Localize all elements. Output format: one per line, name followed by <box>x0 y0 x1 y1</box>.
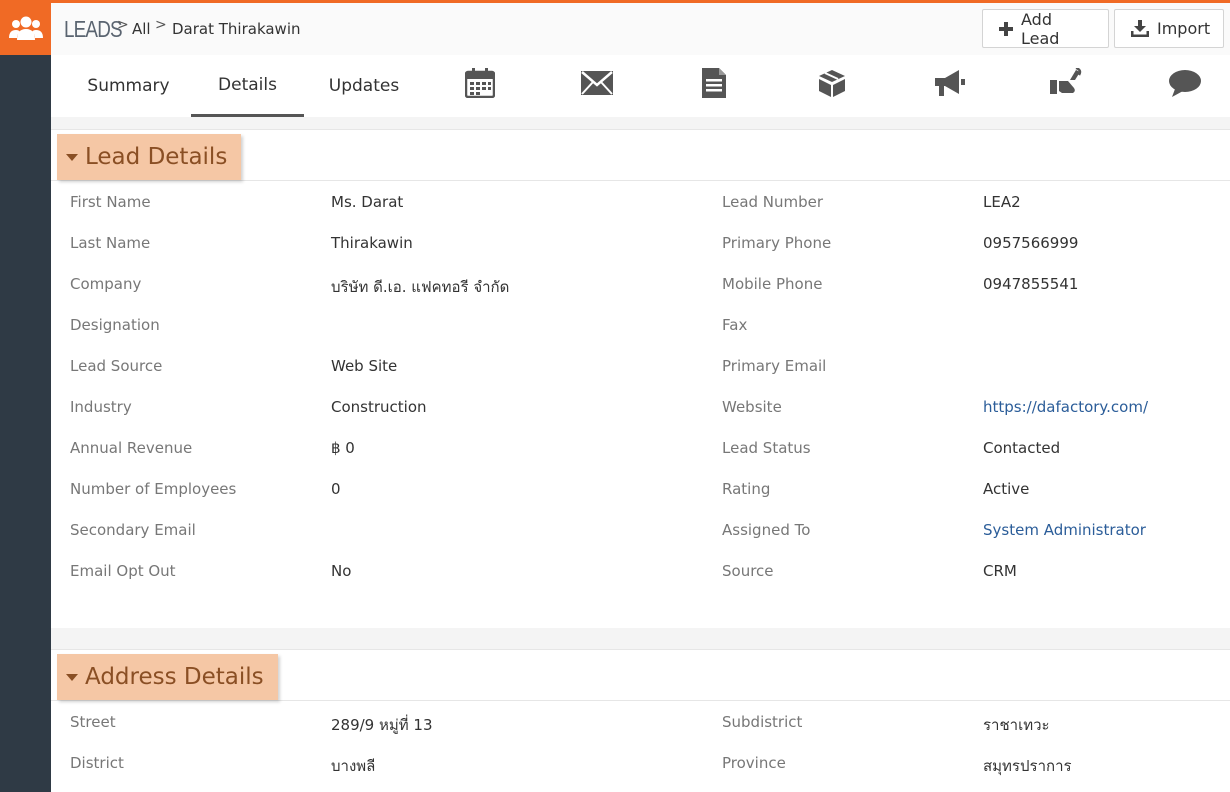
field-value: 0957566999 <box>983 234 1079 252</box>
field-value: ราชาเทวะ <box>983 716 1050 734</box>
lead-details-toggle[interactable]: Lead Details <box>57 134 242 180</box>
field-row: Email Opt Out No Source CRM <box>51 550 1230 591</box>
field-label: Assigned To <box>722 521 811 539</box>
crm-app: LEADS > All > Darat Thirakawin Add Lead … <box>0 0 1230 792</box>
field-row: Designation Fax <box>51 304 1230 345</box>
field-value: สมุทรปราการ <box>983 757 1072 775</box>
envelope-icon[interactable] <box>577 65 617 101</box>
field-value: Web Site <box>331 357 398 375</box>
field-row: Industry Construction Website https://dafac… <box>51 386 1230 427</box>
field-value: 0947855541 <box>983 275 1079 293</box>
field-row: Company บริษัท ดี.เอ. แฟคทอรี จำกัด Mobile… <box>51 263 1230 304</box>
field-row: Secondary Email Assigned To System Adminis… <box>51 509 1230 550</box>
field-row: Lead Source Web Site Primary Email <box>51 345 1230 386</box>
breadcrumb-all[interactable]: All <box>132 20 151 38</box>
field-label: Company <box>70 275 142 293</box>
import-label: Import <box>1157 19 1211 38</box>
lead-details-title: Lead Details <box>85 144 228 170</box>
field-label: Email Opt Out <box>70 562 176 580</box>
comment-icon[interactable] <box>1165 65 1205 101</box>
field-label: Primary Email <box>722 357 827 375</box>
field-label: First Name <box>70 193 151 211</box>
record-content: Lead Details First Name Ms. Darat Lead Num… <box>51 117 1230 792</box>
field-value: CRM <box>983 562 1017 580</box>
field-label: Number of Employees <box>70 480 237 498</box>
field-label: Lead Source <box>70 357 163 375</box>
left-sidebar <box>0 0 51 792</box>
field-value: Contacted <box>983 439 1061 457</box>
document-icon[interactable] <box>694 65 734 101</box>
field-label: Designation <box>70 316 160 334</box>
field-row: District บางพลี Province สมุทรปราการ <box>51 742 1230 783</box>
field-value: 0 <box>331 480 341 498</box>
field-value: Ms. Darat <box>331 193 404 211</box>
field-row: Street 289/9 หมู่ที่ 13 Subdistrict ราชาเทว… <box>51 701 1230 742</box>
field-value: No <box>331 562 352 580</box>
field-label: Lead Number <box>722 193 824 211</box>
plus-icon <box>999 21 1013 36</box>
tab-details[interactable]: Details <box>191 55 304 117</box>
breadcrumb-record: Darat Thirakawin <box>172 20 301 38</box>
field-label: Website <box>722 398 782 416</box>
address-details-toggle[interactable]: Address Details <box>57 654 278 700</box>
caret-down-icon <box>66 674 78 681</box>
field-value: บางพลี <box>331 757 376 775</box>
field-value[interactable]: https://dafactory.com/ <box>983 398 1148 416</box>
lead-details-header: Lead Details <box>51 130 1230 181</box>
field-row: First Name Ms. Darat Lead Number LEA2 <box>51 181 1230 222</box>
field-value: Active <box>983 480 1030 498</box>
field-label: Lead Status <box>722 439 811 457</box>
record-tabs: Summary Details Updates <box>51 55 1230 117</box>
tab-summary[interactable]: Summary <box>76 55 181 117</box>
field-label: Province <box>722 754 786 772</box>
calendar-icon[interactable] <box>460 65 500 101</box>
download-icon <box>1131 20 1149 37</box>
field-label: Street <box>70 713 116 731</box>
tab-updates[interactable]: Updates <box>316 55 412 117</box>
field-label: District <box>70 754 124 772</box>
lead-details-block: Lead Details First Name Ms. Darat Lead Num… <box>51 129 1230 628</box>
field-label: Annual Revenue <box>70 439 193 457</box>
field-label: Subdistrict <box>722 713 803 731</box>
field-value: Construction <box>331 398 427 416</box>
address-details-header: Address Details <box>51 650 1230 701</box>
field-value: บริษัท ดี.เอ. แฟคทอรี จำกัด <box>331 278 510 296</box>
field-value[interactable]: System Administrator <box>983 521 1146 539</box>
field-row: Annual Revenue ฿ 0 Lead Status Contacted <box>51 427 1230 468</box>
field-row: Number of Employees 0 Rating Active <box>51 468 1230 509</box>
users-group-icon <box>8 16 43 40</box>
address-details-block: Address Details Street 289/9 หมู่ที่ 13 Su… <box>51 649 1230 792</box>
field-label: Primary Phone <box>722 234 832 252</box>
box-icon[interactable] <box>812 65 852 101</box>
leads-module-button[interactable] <box>0 0 51 55</box>
top-header: LEADS > All > Darat Thirakawin Add Lead … <box>51 0 1230 55</box>
megaphone-icon[interactable] <box>929 65 969 101</box>
add-lead-label: Add Lead <box>1021 9 1060 48</box>
breadcrumb-separator: > <box>155 17 167 33</box>
address-details-title: Address Details <box>85 664 264 690</box>
field-label: Rating <box>722 480 771 498</box>
field-value: 289/9 หมู่ที่ 13 <box>331 716 433 734</box>
field-value: LEA2 <box>983 193 1021 211</box>
field-label: Last Name <box>70 234 151 252</box>
field-row: Last Name Thirakawin Primary Phone 09575669… <box>51 222 1230 263</box>
caret-down-icon <box>66 154 78 161</box>
breadcrumb-separator: > <box>117 17 129 33</box>
field-label: Fax <box>722 316 748 334</box>
breadcrumb-module[interactable]: LEADS <box>64 16 123 43</box>
field-label: Source <box>722 562 774 580</box>
import-button[interactable]: Import <box>1114 9 1224 48</box>
add-lead-button[interactable]: Add Lead <box>982 9 1109 48</box>
handshake-icon[interactable] <box>1046 65 1086 101</box>
field-label: Secondary Email <box>70 521 196 539</box>
field-label: Industry <box>70 398 132 416</box>
field-value: Thirakawin <box>331 234 413 252</box>
field-label: Mobile Phone <box>722 275 823 293</box>
field-value: ฿ 0 <box>331 439 355 457</box>
